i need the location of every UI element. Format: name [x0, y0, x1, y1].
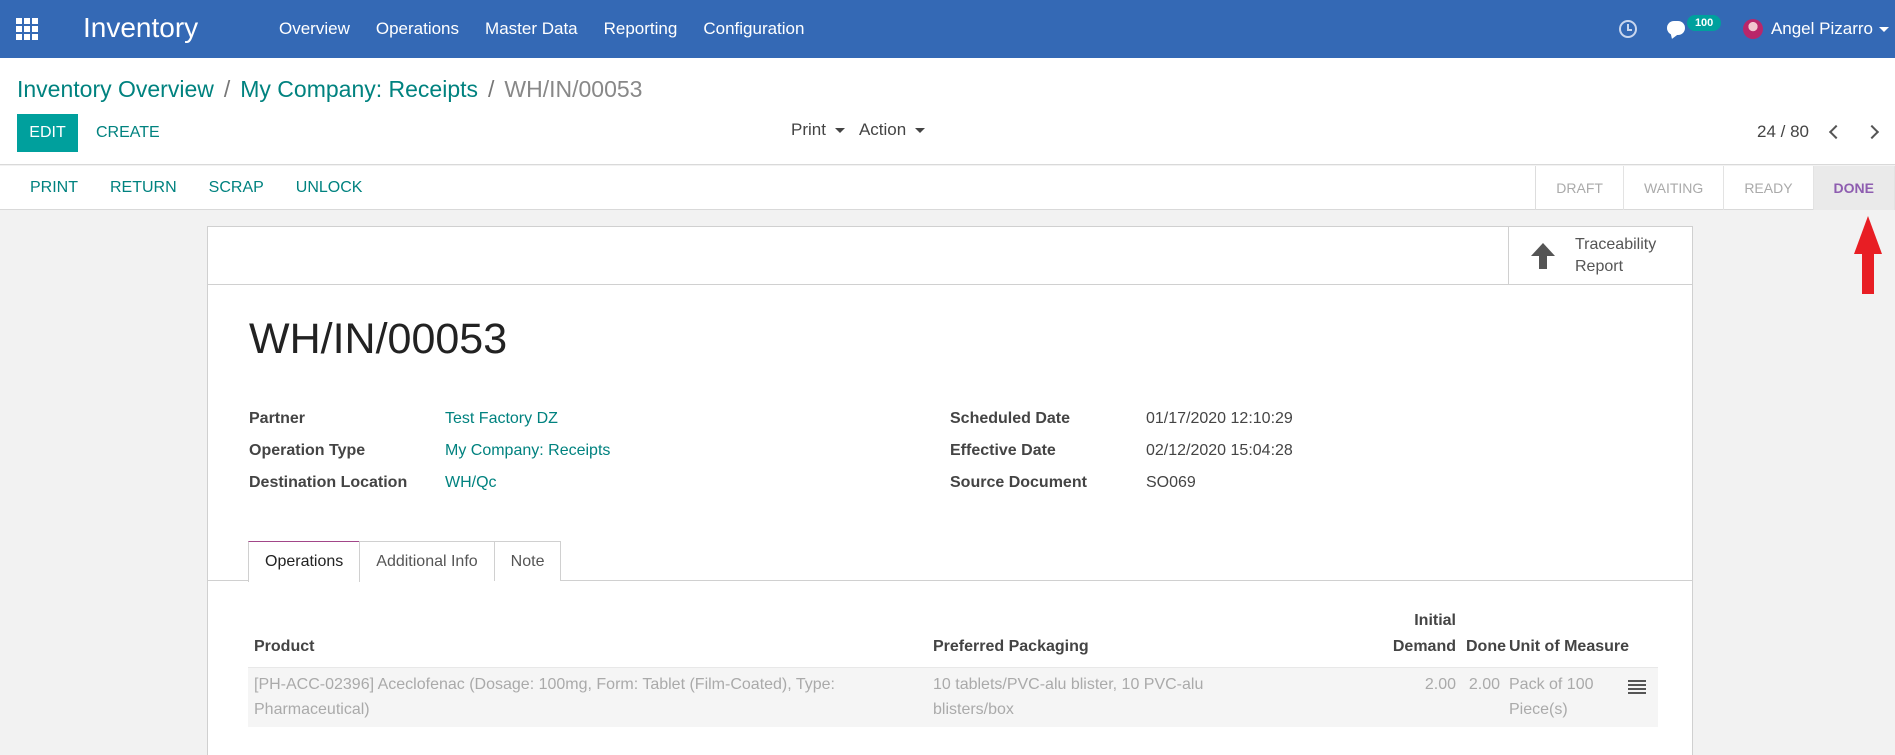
traceability-report-label: Traceability Report — [1575, 236, 1657, 275]
stage-draft: DRAFT — [1536, 166, 1624, 210]
annotation-arrow-icon — [1854, 216, 1882, 294]
caret-down-icon — [915, 127, 926, 133]
chevron-right-icon[interactable] — [1864, 124, 1880, 140]
traceability-report-button[interactable]: Traceability Report — [1508, 227, 1692, 285]
tab-operations[interactable]: Operations — [248, 541, 361, 582]
breadcrumb-separator: / — [488, 76, 495, 102]
statusbar-actions: PRINT RETURN SCRAP UNLOCK — [30, 179, 394, 197]
smart-button-box: Traceability Report — [208, 227, 1692, 285]
pager-value[interactable]: 24 / 80 — [1757, 122, 1809, 142]
chat-bubble-icon — [1666, 21, 1685, 35]
cell-uom-line2: Piece(s) — [1509, 701, 1568, 718]
control-panel: Inventory Overview / My Company: Receipt… — [0, 58, 1895, 165]
detailed-operations-list-icon[interactable] — [1628, 680, 1646, 694]
cell-packaging-line2: blisters/box — [933, 701, 1014, 718]
action-dropdown[interactable]: Action — [858, 120, 926, 140]
user-caret-icon[interactable] — [1879, 26, 1889, 32]
breadcrumb: Inventory Overview / My Company: Receipt… — [17, 76, 642, 103]
top-menu: Overview Operations Master Data Reportin… — [279, 19, 830, 39]
scrap-button[interactable]: SCRAP — [209, 179, 264, 197]
partner-value[interactable]: Test Factory DZ — [445, 410, 558, 428]
stage-done: DONE — [1813, 166, 1895, 210]
menu-configuration[interactable]: Configuration — [703, 19, 804, 39]
menu-operations[interactable]: Operations — [376, 19, 459, 39]
scheduled-date-value: 01/17/2020 12:10:29 — [1146, 410, 1293, 427]
return-button[interactable]: RETURN — [110, 179, 177, 197]
stage-ready: READY — [1724, 166, 1814, 210]
partner-label: Partner — [249, 410, 306, 427]
effective-date-label: Effective Date — [950, 442, 1056, 459]
column-done[interactable]: Done — [1466, 638, 1506, 656]
cell-initial-demand: 2.00 — [1424, 676, 1456, 693]
action-dropdown-label: Action — [858, 120, 907, 139]
app-title[interactable]: Inventory — [83, 12, 198, 44]
effective-date-value: 02/12/2020 15:04:28 — [1146, 442, 1293, 459]
action-dropdowns: Print Action — [791, 120, 926, 140]
notebook-tabs: Operations Additional Info Note — [248, 541, 562, 582]
status-stages: DRAFT WAITING READY DONE — [1535, 166, 1895, 210]
cell-uom-line1: Pack of 100 — [1509, 676, 1594, 693]
column-initial-demand-line2[interactable]: Demand — [1332, 638, 1456, 656]
stage-waiting: WAITING — [1624, 166, 1725, 210]
cell-packaging-line1: 10 tablets/PVC-alu blister, 10 PVC-alu — [933, 676, 1204, 693]
column-product[interactable]: Product — [254, 638, 314, 656]
operation-type-label: Operation Type — [249, 442, 366, 459]
print-button[interactable]: PRINT — [30, 179, 78, 197]
cell-done: 2.00 — [1468, 676, 1500, 693]
user-menu[interactable]: Angel Pizarro — [1771, 19, 1873, 39]
destination-location-label: Destination Location — [249, 474, 408, 491]
menu-overview[interactable]: Overview — [279, 19, 350, 39]
record-title: WH/IN/00053 — [249, 315, 508, 363]
breadcrumb-current: WH/IN/00053 — [504, 76, 643, 102]
cell-product-line2: Pharmaceutical) — [254, 701, 370, 718]
cell-product-line1: [PH-ACC-02396] Aceclofenac (Dosage: 100m… — [254, 676, 835, 693]
scheduled-date-label: Scheduled Date — [950, 410, 1071, 427]
unread-count-badge: 100 — [1686, 15, 1722, 31]
navbar-right: 100 Angel Pizarro — [1618, 0, 1895, 58]
menu-reporting[interactable]: Reporting — [604, 19, 678, 39]
unlock-button[interactable]: UNLOCK — [296, 179, 363, 197]
chevron-left-icon[interactable] — [1828, 124, 1844, 140]
column-initial-demand-line1[interactable]: Initial — [1352, 612, 1456, 630]
messaging-button[interactable]: 100 — [1666, 15, 1722, 41]
edit-button[interactable]: EDIT — [17, 114, 78, 152]
source-document-value: SO069 — [1146, 474, 1196, 491]
column-preferred-packaging[interactable]: Preferred Packaging — [933, 638, 1089, 656]
tab-additional-info[interactable]: Additional Info — [359, 541, 495, 581]
print-dropdown-label: Print — [791, 120, 826, 139]
source-document-label: Source Document — [950, 474, 1087, 491]
breadcrumb-inventory-overview[interactable]: Inventory Overview — [17, 76, 214, 103]
print-dropdown[interactable]: Print — [791, 120, 845, 140]
destination-location-value[interactable]: WH/Qc — [445, 474, 497, 492]
apps-menu-icon[interactable] — [16, 18, 40, 40]
activity-clock-icon[interactable] — [1618, 20, 1637, 38]
create-button[interactable]: CREATE — [96, 124, 160, 142]
column-unit-of-measure[interactable]: Unit of Measure — [1509, 638, 1629, 656]
breadcrumb-receipts[interactable]: My Company: Receipts — [240, 76, 478, 103]
form-statusbar: PRINT RETURN SCRAP UNLOCK DRAFT WAITING … — [0, 166, 1895, 210]
caret-down-icon — [834, 127, 845, 133]
form-sheet: Traceability Report WH/IN/00053 Partner … — [207, 226, 1693, 755]
breadcrumb-separator: / — [223, 76, 231, 102]
tab-note[interactable]: Note — [493, 541, 562, 581]
user-avatar[interactable] — [1742, 19, 1763, 39]
menu-master-data[interactable]: Master Data — [485, 19, 578, 39]
operation-type-value[interactable]: My Company: Receipts — [445, 442, 610, 460]
top-navbar: Inventory Overview Operations Master Dat… — [0, 0, 1895, 58]
pager: 24 / 80 — [1757, 122, 1895, 142]
arrow-up-icon — [1531, 243, 1555, 269]
